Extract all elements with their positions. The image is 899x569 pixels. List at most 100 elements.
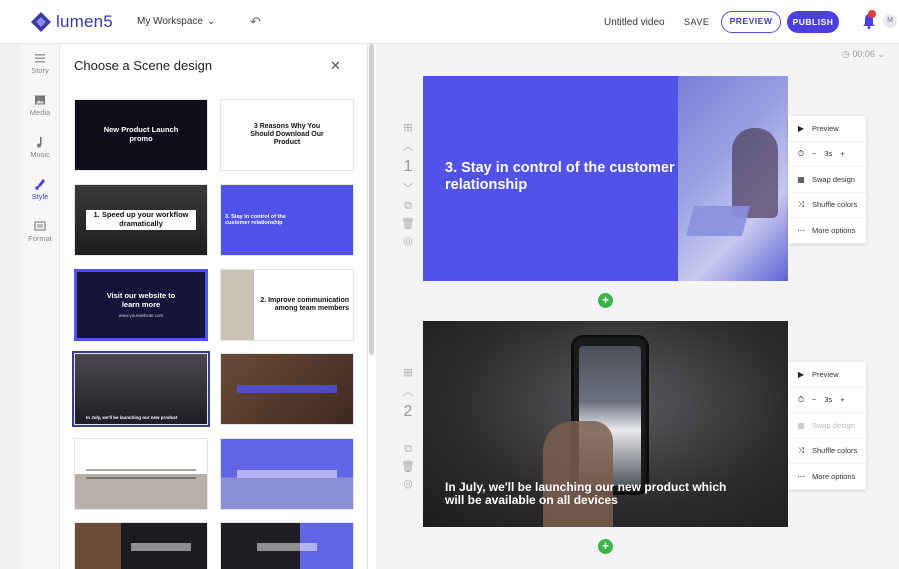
more-options-menu-item[interactable]: ⋯ More options [788,218,866,244]
scene-design-thumbnail[interactable] [220,353,354,425]
duration-menu-item[interactable]: ⏱ −3s + [788,388,866,413]
publish-button[interactable]: PUBLISH [787,11,839,33]
add-scene-button[interactable]: + [598,539,613,554]
add-text-icon[interactable]: ⊞ [400,121,416,134]
shuffle-icon: ⤨ [797,445,805,455]
rail-item-music[interactable]: Music [20,136,60,159]
duration-menu-item[interactable]: ⏱ −3s + [788,142,866,167]
hide-icon[interactable]: ◎ [400,234,416,247]
scene-design-thumbnail[interactable]: 3. Stay in control of the customer relat… [220,184,354,256]
top-bar: lumen5 My Workspace ⌄ ↶ Untitled video S… [0,0,899,44]
image-icon [35,95,45,105]
avatar[interactable]: M [883,14,897,28]
scene-design-panel: Choose a Scene design ✕ New Product Laun… [60,44,374,569]
preview-menu-item[interactable]: ▶ Preview [788,116,866,142]
add-scene-button[interactable]: + [598,293,613,308]
shuffle-icon: ⤨ [797,199,805,209]
scene-design-thumbnail[interactable]: 1. Speed up your workflow dramatically [74,184,208,256]
photo-laptop [685,206,751,236]
more-options-menu-item[interactable]: ⋯ More options [788,464,866,490]
lines-icon [35,54,45,63]
chevron-up-icon[interactable]: ︿ [400,383,416,399]
scene-tools: ⊞ ︿ 1 ﹀ ⧉ 🗑 ◎ [400,121,416,251]
scene-1-menu: ▶ Preview ⏱ −3s + ▦ Swap design ⤨ Shuffle col… [788,116,866,244]
scene-design-thumbnail[interactable]: New Product Launch promo [74,99,208,171]
left-rail: Story Media Music Style Format [20,44,60,569]
scene-photo [678,76,788,281]
text-placeholder-bar [257,543,317,551]
rail-item-style[interactable]: Style [20,178,60,201]
workspace-dropdown[interactable]: My Workspace ⌄ [137,16,215,27]
scene-design-thumbnail[interactable]: 2. Improve communication among team memb… [220,269,354,341]
panel-scrollbar[interactable] [369,44,374,355]
close-icon[interactable]: ✕ [330,58,341,74]
scene-text[interactable]: 3. Stay in control of the customer relat… [445,160,675,193]
photo-person [732,128,778,218]
increase-icon[interactable]: + [840,149,844,158]
scene-1-preview[interactable]: 3. Stay in control of the customer relat… [423,76,788,281]
decrease-icon[interactable]: − [812,395,816,404]
photo-hand [543,421,613,527]
undo-icon[interactable]: ↶ [250,14,261,30]
save-button[interactable]: SAVE [684,17,709,27]
duplicate-icon[interactable]: ⧉ [400,443,416,456]
rail-item-label: Music [30,150,50,159]
decrease-icon[interactable]: − [812,149,816,158]
rail-item-label: Style [31,192,49,201]
chevron-down-icon[interactable]: ﹀ [400,180,416,196]
rail-item-media[interactable]: Media [20,94,60,117]
text-placeholder-bar [237,385,337,393]
scene-text[interactable]: In July, we'll be launching our new prod… [445,480,745,508]
logo[interactable]: lumen5 [30,11,113,33]
swap-icon: ▦ [797,420,805,430]
scene-design-thumbnail[interactable] [74,438,208,510]
scene-number: 2 [403,403,413,420]
scene-design-thumbnail[interactable] [220,522,354,569]
more-icon: ⋯ [797,471,805,481]
clock-icon: ◷ [842,49,850,59]
scene-design-thumbnail[interactable] [220,438,354,510]
video-title[interactable]: Untitled video [604,17,665,28]
shuffle-colors-menu-item[interactable]: ⤨ Shuffle colors [788,193,866,218]
window-edge [0,0,20,569]
preview-menu-item[interactable]: ▶ Preview [788,362,866,388]
text-placeholder-bar [131,543,191,551]
duplicate-icon[interactable]: ⧉ [400,200,416,213]
format-icon [34,221,46,231]
chevron-down-icon: ⌄ [877,49,885,59]
note-icon [37,137,42,148]
scene-design-thumbnail[interactable]: Visit our website to learn more www.your… [74,269,208,341]
shuffle-colors-menu-item[interactable]: ⤨ Shuffle colors [788,439,866,464]
rail-item-label: Story [31,66,49,75]
scene-design-thumbnail[interactable] [74,522,208,569]
increase-icon[interactable]: + [840,395,844,404]
workspace-label: My Workspace [137,16,203,27]
scene-design-thumbnail[interactable]: 3 Reasons Why You Should Download Our Pr… [220,99,354,171]
rail-item-format[interactable]: Format [20,220,60,243]
swap-design-menu-item[interactable]: ▦ Swap design [788,167,866,193]
rail-item-label: Format [28,234,52,243]
add-text-icon[interactable]: ⊞ [400,366,416,379]
brand-name: lumen5 [56,12,113,31]
text-placeholder-bar [237,470,337,478]
scene-number: 1 [403,158,413,175]
swap-design-menu-item: ▦ Swap design [788,413,866,439]
panel-title: Choose a Scene design [74,58,213,73]
trash-icon[interactable]: 🗑 [400,460,416,473]
total-duration: ◷ 00:06 ⌄ [842,49,885,59]
swap-icon: ▦ [797,174,805,184]
scene-2-preview[interactable]: In July, we'll be launching our new prod… [423,321,788,527]
scene-tools: ⊞ ︿ 2 ⧉ 🗑 ◎ [400,366,416,494]
scene-design-thumbnail-selected[interactable]: In July, we'll be launching our new prod… [72,351,210,427]
scene-2-menu: ▶ Preview ⏱ −3s + ▦ Swap design ⤨ Shuffle col… [788,362,866,490]
hide-icon[interactable]: ◎ [400,477,416,490]
notification-badge [868,10,876,18]
trash-icon[interactable]: 🗑 [400,217,416,230]
chevron-down-icon: ⌄ [206,16,216,27]
play-icon: ▶ [797,369,805,379]
timer-icon: ⏱ [797,394,805,404]
preview-button[interactable]: PREVIEW [721,11,781,33]
rail-item-story[interactable]: Story [20,52,60,75]
chevron-up-icon[interactable]: ︿ [400,138,416,154]
